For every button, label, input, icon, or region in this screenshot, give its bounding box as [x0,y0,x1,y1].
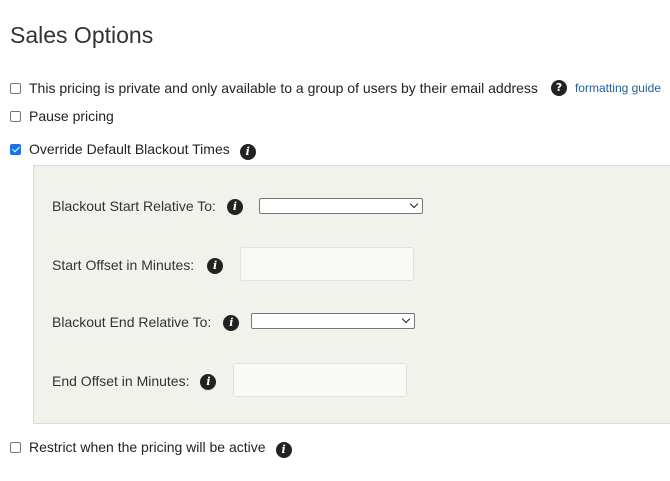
blackout-start-relative-select[interactable] [259,198,423,214]
blackout-end-relative-select[interactable] [251,313,415,329]
blackout-start-relative-field: Blackout Start Relative To: i [52,197,243,215]
pause-pricing-checkbox[interactable] [10,110,21,122]
info-circle-icon[interactable]: i [226,199,243,215]
end-offset-label: End Offset in Minutes: [52,373,190,389]
override-blackout-checkbox[interactable] [10,143,21,155]
override-blackout-row: Override Default Blackout Times i [10,138,256,160]
end-offset-field: End Offset in Minutes: i [52,372,217,390]
pause-pricing-label: Pause pricing [29,108,114,124]
info-circle-icon[interactable]: i [207,258,224,274]
blackout-end-relative-field: Blackout End Relative To: i [52,313,240,331]
formatting-guide-link[interactable]: formatting guide [575,81,661,95]
restrict-active-checkbox[interactable] [10,441,21,453]
page-title: Sales Options [10,22,154,48]
info-circle-icon[interactable]: i [200,374,217,390]
private-pricing-label: This pricing is private and only availab… [29,80,538,96]
end-offset-input[interactable] [233,363,407,397]
start-offset-input[interactable] [240,247,414,281]
chevron-down-icon [401,314,411,324]
override-blackout-label: Override Default Blackout Times [29,141,230,157]
private-pricing-checkbox[interactable] [10,82,21,94]
start-offset-label: Start Offset in Minutes: [52,257,195,273]
info-circle-icon[interactable]: i [275,442,292,458]
restrict-active-label: Restrict when the pricing will be active [29,439,266,455]
blackout-settings-panel: Blackout Start Relative To: i Start Offs… [33,165,670,424]
chevron-down-icon [409,199,419,209]
info-circle-icon[interactable]: i [239,144,256,160]
blackout-start-relative-label: Blackout Start Relative To: [52,198,216,214]
pause-pricing-row: Pause pricing [10,108,114,124]
start-offset-field: Start Offset in Minutes: i [52,256,224,274]
private-pricing-row: This pricing is private and only availab… [10,80,661,96]
blackout-end-relative-label: Blackout End Relative To: [52,314,212,330]
restrict-active-row: Restrict when the pricing will be active… [10,436,292,458]
info-circle-icon[interactable]: i [223,315,240,331]
question-circle-icon[interactable]: ? [550,80,567,96]
